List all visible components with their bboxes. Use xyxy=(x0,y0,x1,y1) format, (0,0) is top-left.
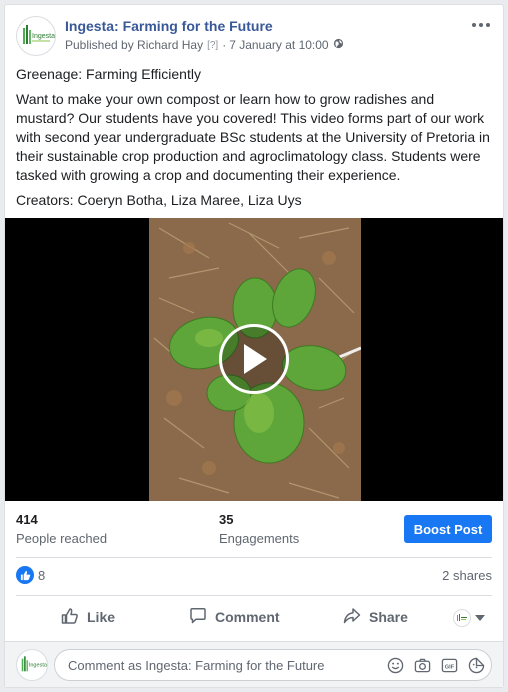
post-meta: Published by Richard Hay [?] · 7 January… xyxy=(65,38,344,52)
reach-value: 414 xyxy=(16,512,38,527)
boost-post-button[interactable]: Boost Post xyxy=(404,515,492,543)
svg-text:Ingesta: Ingesta xyxy=(32,33,55,40)
thumbs-up-icon xyxy=(61,607,87,628)
page-avatar[interactable]: Ingesta xyxy=(16,16,56,56)
gif-icon[interactable]: GIF xyxy=(441,657,458,679)
post-card: Ingesta Ingesta: Farming for the Future … xyxy=(4,4,504,688)
svg-text:GIF: GIF xyxy=(445,664,455,670)
chevron-down-icon xyxy=(475,615,485,621)
like-count: 8 xyxy=(38,567,46,583)
video-player[interactable] xyxy=(5,218,503,501)
post-body: Want to make your own compost or learn h… xyxy=(16,91,490,183)
engagement-label: Engagements xyxy=(219,531,300,546)
meta-separator: · xyxy=(222,38,227,52)
like-label: Like xyxy=(87,609,116,625)
share-label: Share xyxy=(369,609,408,625)
share-arrow-icon xyxy=(343,607,369,628)
comment-composer: Ingesta GIF xyxy=(5,641,503,687)
divider-top xyxy=(16,557,492,558)
sticker-icon[interactable] xyxy=(468,657,485,679)
comment-label: Comment xyxy=(215,609,280,625)
post-text: Greenage: Farming Efficiently Want to ma… xyxy=(16,65,496,216)
engagement-value: 35 xyxy=(219,512,234,527)
like-button[interactable]: Like xyxy=(61,605,115,629)
comment-button[interactable]: Comment xyxy=(189,605,280,629)
post-creators: Creators: Coeryn Botha, Liza Maree, Liza… xyxy=(16,192,302,208)
published-by[interactable]: Published by Richard Hay xyxy=(65,38,203,52)
like-reaction-icon xyxy=(16,566,34,584)
composer-avatar: Ingesta xyxy=(16,649,48,681)
reactions-summary[interactable]: 8 xyxy=(16,566,45,584)
composer-icons: GIF xyxy=(387,657,485,679)
shares-count[interactable]: 2 shares xyxy=(442,568,492,583)
help-marker[interactable]: [?] xyxy=(207,40,218,51)
reach-label: People reached xyxy=(16,531,108,546)
post-date[interactable]: 7 January at 10:00 xyxy=(229,38,328,52)
post-title-line: Greenage: Farming Efficiently xyxy=(16,66,201,82)
camera-icon[interactable] xyxy=(414,657,431,679)
globe-icon[interactable] xyxy=(333,38,344,52)
play-icon[interactable] xyxy=(219,324,289,394)
comment-icon xyxy=(189,607,215,628)
more-options-icon[interactable] xyxy=(469,15,493,35)
share-button[interactable]: Share xyxy=(343,605,408,629)
page-mini-avatar xyxy=(453,609,471,627)
page-name-link[interactable]: Ingesta: Farming for the Future xyxy=(65,18,273,34)
svg-text:Ingesta: Ingesta xyxy=(29,663,47,669)
divider-mid xyxy=(16,595,492,596)
emoji-icon[interactable] xyxy=(387,657,404,679)
post-as-selector[interactable] xyxy=(453,609,485,627)
